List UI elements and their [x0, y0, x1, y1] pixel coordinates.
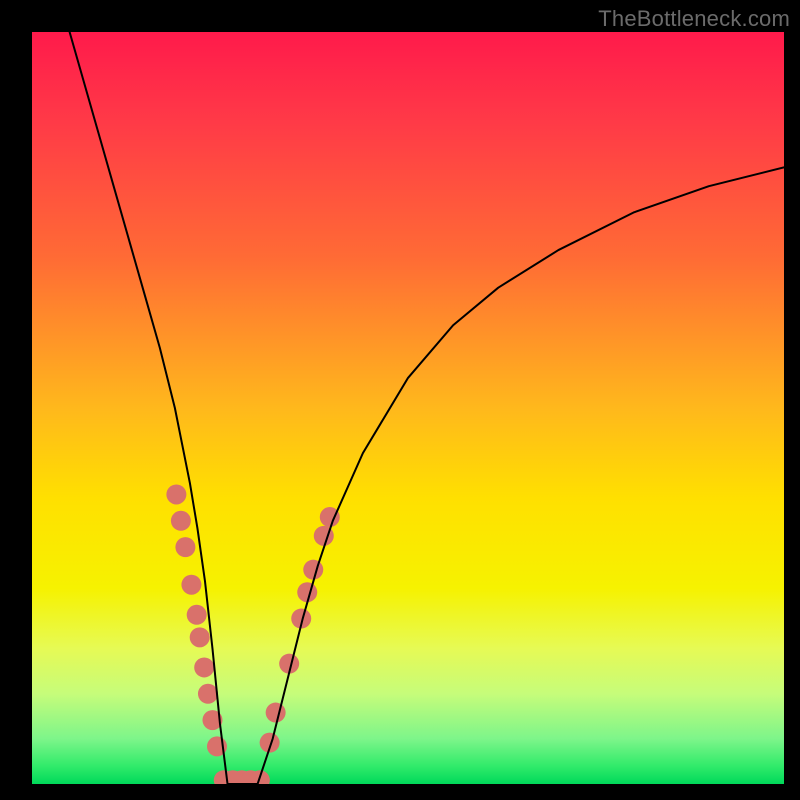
right-segment-dots-dot [303, 560, 323, 580]
left-segment-dots-dot [175, 537, 195, 557]
chart-background [32, 32, 784, 784]
left-segment-dots-dot [171, 511, 191, 531]
plot-area [32, 32, 784, 784]
right-segment-dots-dot [266, 703, 286, 723]
left-segment-dots-dot [166, 484, 186, 504]
left-segment-dots-dot [187, 605, 207, 625]
left-segment-dots-dot [198, 684, 218, 704]
chart-frame: TheBottleneck.com [0, 0, 800, 800]
left-segment-dots-dot [194, 657, 214, 677]
chart-svg [32, 32, 784, 784]
watermark-text: TheBottleneck.com [598, 6, 790, 32]
left-segment-dots-dot [181, 575, 201, 595]
left-segment-dots-dot [190, 627, 210, 647]
